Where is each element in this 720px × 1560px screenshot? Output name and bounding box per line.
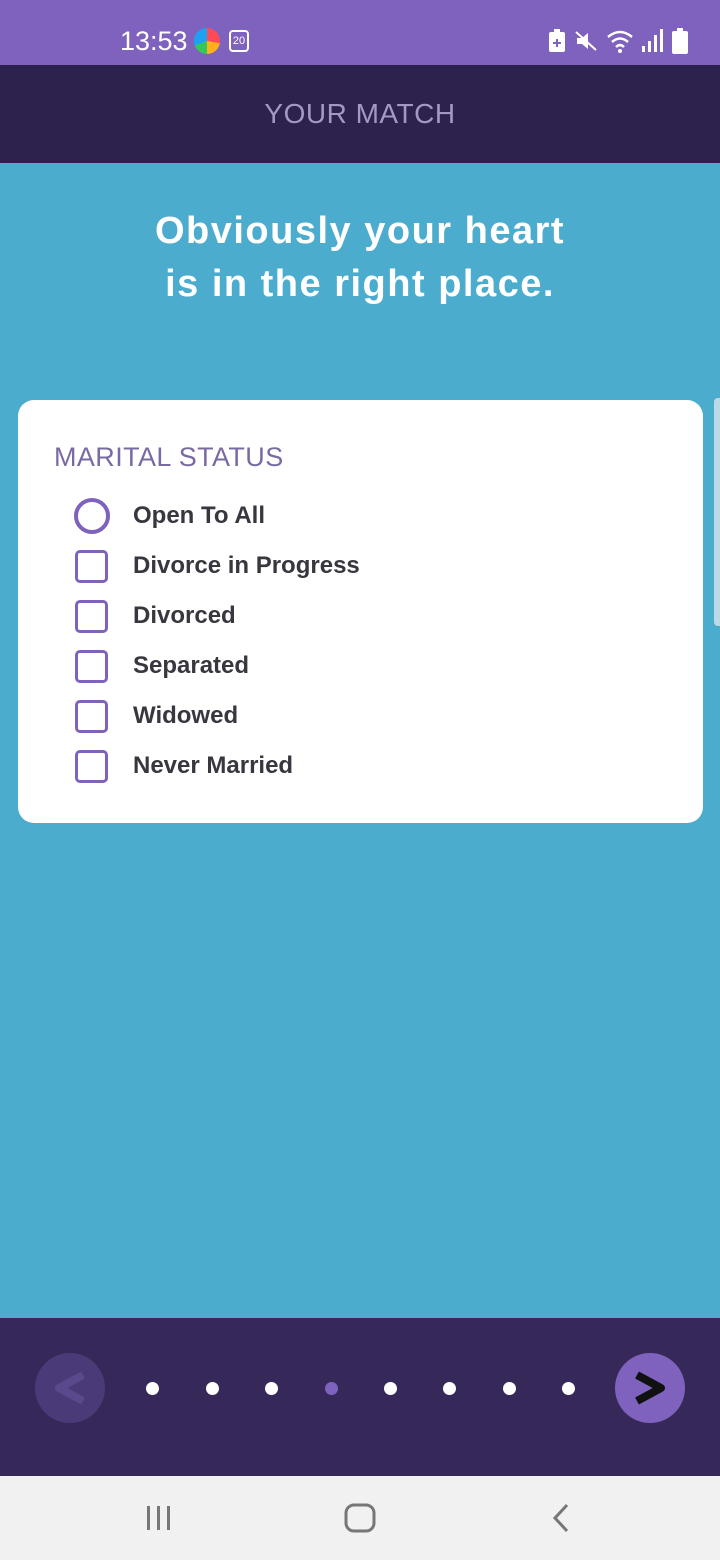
page-dot[interactable]	[503, 1382, 516, 1395]
mute-icon	[575, 31, 597, 51]
headline-line-1: Obviously your heart	[154, 210, 566, 252]
headline-line-2: is in the right place.	[165, 263, 555, 305]
option-label: Divorced	[133, 602, 236, 629]
system-navigation-bar	[0, 1476, 720, 1560]
system-status-icons	[548, 25, 688, 57]
battery-icon	[672, 28, 688, 54]
page-dot[interactable]	[384, 1382, 397, 1395]
option-label: Separated	[133, 652, 250, 679]
checkbox[interactable]	[75, 699, 108, 733]
wifi-icon	[607, 30, 633, 53]
page-dot[interactable]	[146, 1382, 159, 1395]
home-icon[interactable]	[344, 1503, 376, 1533]
recent-apps-icon[interactable]	[146, 1503, 172, 1533]
headline: Obviously your heart is in the right pla…	[0, 205, 720, 311]
page-dot-active[interactable]	[325, 1382, 338, 1395]
browser-app-icon	[194, 28, 220, 54]
option-open-to-all[interactable]: Open To All	[73, 496, 265, 536]
page-dot[interactable]	[443, 1382, 456, 1395]
back-icon[interactable]	[550, 1503, 572, 1533]
signal-icon	[642, 29, 663, 52]
option-never-married[interactable]: Never Married	[73, 746, 293, 786]
option-label: Open To All	[133, 502, 265, 529]
checkbox[interactable]	[75, 549, 108, 583]
option-divorced[interactable]: Divorced	[73, 596, 236, 636]
checkbox[interactable]	[75, 649, 108, 683]
option-divorce-in-progress[interactable]: Divorce in Progress	[73, 546, 360, 586]
option-separated[interactable]: Separated	[73, 646, 249, 686]
page-dot[interactable]	[265, 1382, 278, 1395]
chevron-left-icon	[55, 1371, 85, 1405]
pager-bar	[0, 1318, 720, 1476]
status-bar: 13:53 20	[0, 0, 720, 65]
marital-status-card: MARITAL STATUS Open To All Divorce in Pr…	[18, 400, 703, 823]
next-button[interactable]	[615, 1353, 685, 1423]
checkbox[interactable]	[75, 749, 108, 783]
page-dot[interactable]	[206, 1382, 219, 1395]
app-header: YOUR MATCH	[0, 65, 720, 163]
next-card-edge	[714, 398, 720, 626]
page-dot[interactable]	[562, 1382, 575, 1395]
option-label: Never Married	[133, 752, 294, 779]
previous-button[interactable]	[35, 1353, 105, 1423]
calendar-icon: 20	[229, 30, 249, 52]
battery-saver-icon	[549, 29, 565, 52]
status-time: 13:53	[120, 26, 188, 56]
page-title: YOUR MATCH	[264, 98, 456, 129]
chevron-right-icon	[635, 1371, 665, 1405]
option-widowed[interactable]: Widowed	[73, 696, 238, 736]
option-label: Divorce in Progress	[133, 552, 360, 579]
radio-button[interactable]	[74, 498, 110, 534]
checkbox[interactable]	[75, 599, 108, 633]
option-label: Widowed	[133, 702, 239, 729]
section-label: MARITAL STATUS	[54, 442, 284, 472]
